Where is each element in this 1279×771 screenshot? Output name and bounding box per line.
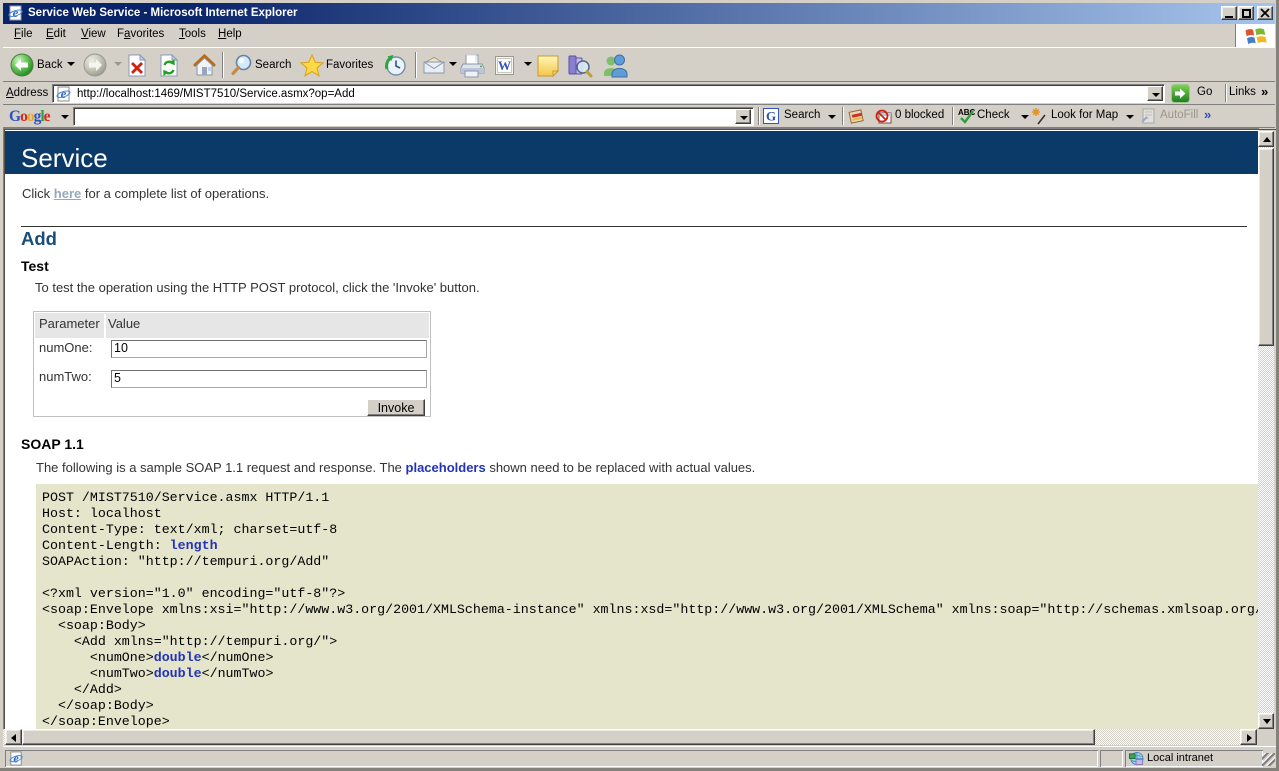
svg-text:e: e xyxy=(61,86,67,101)
svg-text:e: e xyxy=(13,5,19,20)
svg-text:e: e xyxy=(13,751,19,765)
svg-text:W: W xyxy=(498,58,511,73)
svg-text:G: G xyxy=(766,109,776,124)
